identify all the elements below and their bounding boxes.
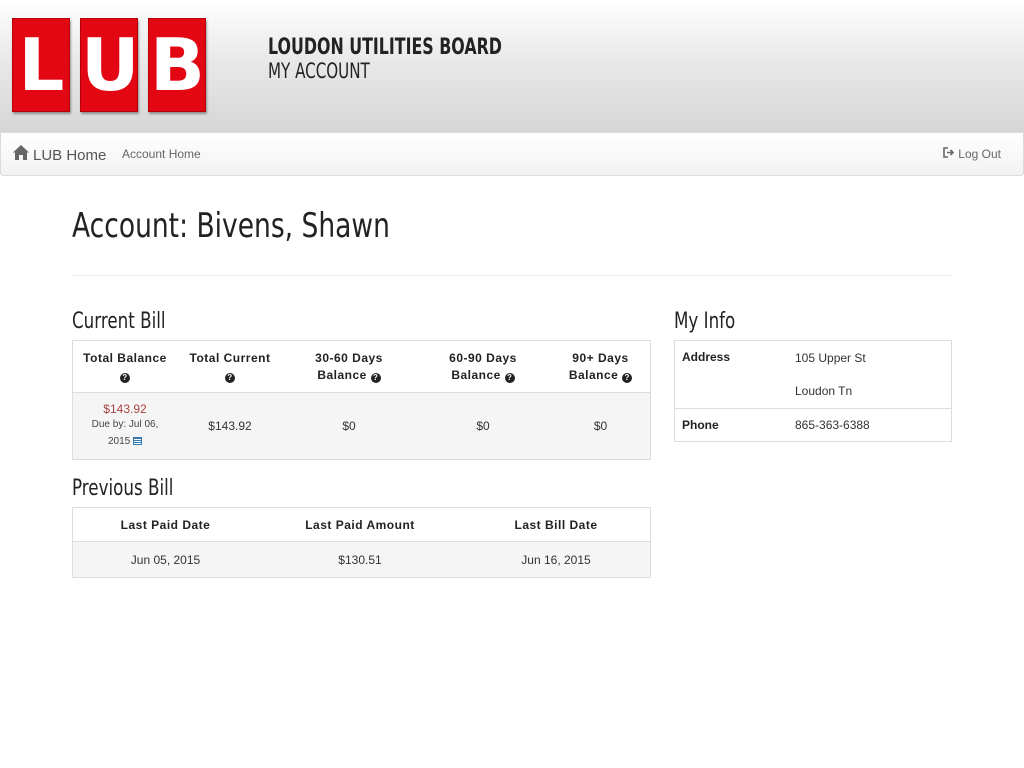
my-info-title: My Info <box>674 309 736 334</box>
header-text: LOUDON UTILITIES BOARD MY ACCOUNT <box>268 35 593 83</box>
address-row: Address 105 Upper St Loudon Tn <box>675 341 952 409</box>
divider <box>72 275 952 276</box>
td-last-paid-amount: $130.51 <box>258 541 462 578</box>
home-icon <box>13 145 29 165</box>
th-label: 30-60 Days <box>315 351 383 365</box>
th-total-balance: Total Balance ? <box>72 340 177 393</box>
nav-account-home[interactable]: Account Home <box>122 147 201 161</box>
th-last-paid-date: Last Paid Date <box>72 507 258 542</box>
navbar: LUB Home Account Home Log Out <box>0 132 1024 176</box>
my-info-table: Address 105 Upper St Loudon Tn Phone 865… <box>674 340 952 442</box>
nav-brand-label: LUB Home <box>33 146 107 164</box>
logout-link[interactable]: Log Out <box>943 147 1001 161</box>
th-label: Total Current <box>189 351 271 365</box>
table-row: $143.92 Due by: Jul 06, 2015 $143.92 $0 … <box>72 392 651 460</box>
help-icon[interactable]: ? <box>120 373 130 383</box>
due-label: Due by: Jul 06, <box>91 419 159 430</box>
sign-out-icon <box>943 147 958 161</box>
th-30-60-days: 30-60 Days Balance ? <box>283 340 415 393</box>
table-header-row: Last Paid Date Last Paid Amount Last Bil… <box>72 507 651 542</box>
td-last-paid-date: Jun 05, 2015 <box>72 541 258 578</box>
th-total-current: Total Current ? <box>177 340 283 393</box>
total-balance-value: $143.92 <box>103 402 147 416</box>
calendar-icon[interactable] <box>133 436 143 447</box>
previous-bill-title: Previous Bill <box>72 476 174 501</box>
th-label: 60-90 Days <box>449 351 517 365</box>
help-icon[interactable]: ? <box>225 373 235 383</box>
help-icon[interactable]: ? <box>370 373 381 383</box>
previous-bill-table: Last Paid Date Last Paid Amount Last Bil… <box>72 507 651 578</box>
due-year: 2015 <box>107 436 131 447</box>
org-name: LOUDON UTILITIES BOARD <box>268 35 502 60</box>
th-60-90-days: 60-90 Days Balance ? <box>415 340 551 393</box>
th-label: Balance <box>451 368 501 382</box>
address-line-1: 105 Upper St <box>795 351 866 365</box>
phone-value: 865-363-6388 <box>788 408 952 442</box>
sub-name: MY ACCOUNT <box>268 59 370 83</box>
address-line-2: Loudon Tn <box>795 384 853 398</box>
td-total-current: $143.92 <box>177 392 283 460</box>
th-label: Total Balance <box>83 351 167 365</box>
phone-label: Phone <box>674 408 788 442</box>
lub-logo[interactable]: L U B <box>12 18 206 112</box>
th-last-paid-amount: Last Paid Amount <box>258 507 462 542</box>
th-90-plus-days: 90+ Days Balance ? <box>551 340 651 393</box>
th-label: 90+ Days <box>572 351 629 365</box>
current-bill-title: Current Bill <box>72 309 166 334</box>
help-icon[interactable]: ? <box>622 373 633 383</box>
th-label: Balance <box>568 368 619 382</box>
table-row: Jun 05, 2015 $130.51 Jun 16, 2015 <box>72 541 651 578</box>
address-label: Address <box>682 350 731 364</box>
logo-letter-u: U <box>80 18 139 112</box>
due-date: Due by: Jul 06, 2015 <box>77 416 173 450</box>
th-label: Balance <box>317 368 367 382</box>
current-bill-table: Total Balance ? Total Current ? 30-60 Da… <box>72 340 651 460</box>
help-icon[interactable]: ? <box>504 373 515 383</box>
address-value: 105 Upper St Loudon Tn <box>788 341 952 409</box>
td-60-90-days: $0 <box>415 392 551 460</box>
table-header-row: Total Balance ? Total Current ? 30-60 Da… <box>72 340 651 393</box>
site-header: L U B LOUDON UTILITIES BOARD MY ACCOUNT <box>0 0 1024 132</box>
td-30-60-days: $0 <box>283 392 415 460</box>
phone-row: Phone 865-363-6388 <box>674 408 952 442</box>
td-90-plus-days: $0 <box>551 392 651 460</box>
logout-label: Log Out <box>958 147 1001 161</box>
th-last-bill-date: Last Bill Date <box>462 507 651 542</box>
logo-letter-l: L <box>12 18 70 112</box>
td-last-bill-date: Jun 16, 2015 <box>462 541 651 578</box>
td-total-balance: $143.92 Due by: Jul 06, 2015 <box>72 392 177 460</box>
page-title: Account: Bivens, Shawn <box>72 206 390 246</box>
logo-letter-b: B <box>148 18 206 112</box>
nav-brand-lub-home[interactable]: LUB Home <box>13 145 106 165</box>
